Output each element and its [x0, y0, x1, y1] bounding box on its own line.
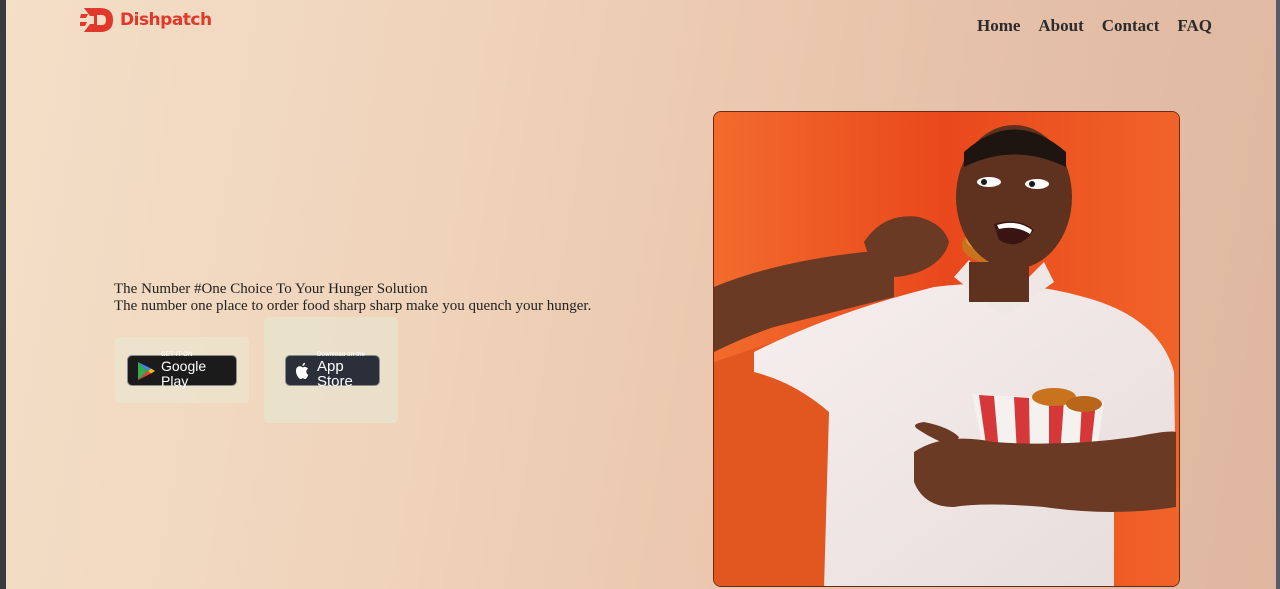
hero-headline: The Number #One Choice To Your Hunger So…: [114, 281, 428, 297]
hero-image: [713, 111, 1180, 587]
hero-text: The Number #One Choice To Your Hunger So…: [114, 281, 591, 315]
screen-bezel-right: [1276, 0, 1280, 589]
screen-bezel-left: [0, 0, 6, 589]
nav-contact-link[interactable]: Contact: [1102, 16, 1160, 36]
main-nav: Home About Contact FAQ: [977, 16, 1212, 36]
site-header: Dishpatch Home About Contact FAQ: [0, 0, 1280, 60]
hero-subline: The number one place to order food sharp…: [114, 298, 592, 314]
app-store-big-label: App Store: [317, 358, 353, 390]
dishpatch-logo-icon: [80, 8, 113, 32]
brand-name: Dishpatch: [120, 10, 212, 30]
nav-about-link[interactable]: About: [1038, 16, 1083, 36]
nav-home-link[interactable]: Home: [977, 16, 1020, 36]
app-store-button[interactable]: Download on the App Store: [285, 352, 380, 389]
google-play-button[interactable]: GET IT ON Google Play: [127, 352, 237, 389]
google-play-card: GET IT ON Google Play: [115, 337, 249, 403]
brand-logo[interactable]: Dishpatch: [80, 4, 212, 36]
nav-faq-link[interactable]: FAQ: [1177, 16, 1212, 36]
app-store-card: Download on the App Store: [264, 317, 398, 423]
play-store-icon: [138, 361, 155, 380]
apple-icon: [296, 362, 309, 379]
app-store-text: Download on the App Store: [317, 352, 379, 389]
google-play-text: GET IT ON Google Play: [161, 352, 236, 389]
google-play-big-label: Google Play: [161, 358, 207, 389]
man-eating-chicken-illustration: [714, 112, 1179, 586]
